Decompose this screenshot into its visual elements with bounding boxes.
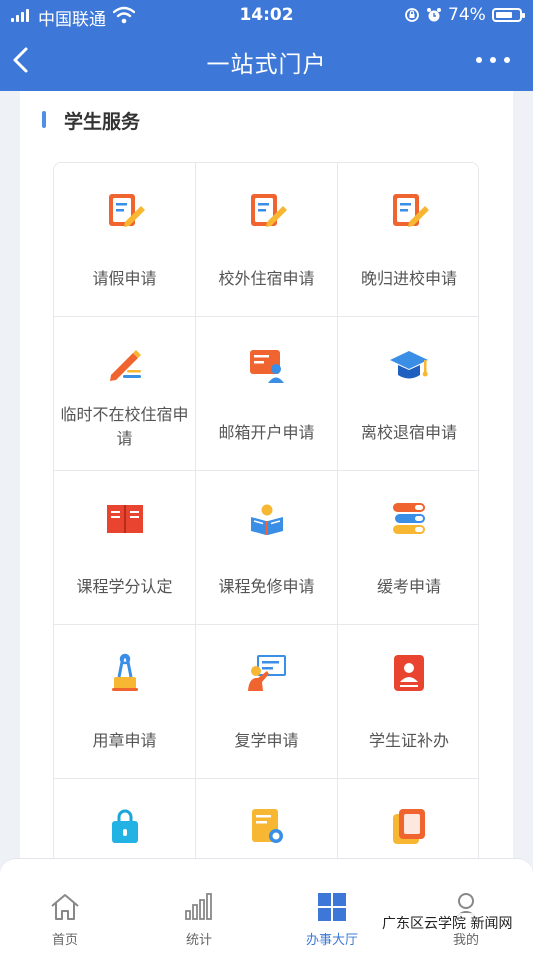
student-services-card: 学生服务 请假申请 校外住宿申请 晚归进校申请 临时不在校住宿申请 邮箱开户申请… [20,91,513,934]
chevron-left-icon[interactable] [8,44,34,76]
service-tile[interactable]: 临时不在校住宿申请 [54,317,196,471]
service-label: 邮箱开户申请 [218,423,315,442]
battery-icon [492,8,525,22]
stamp-clip-icon [111,653,138,691]
form-edit-icon [250,194,287,227]
tab-statistics[interactable]: 统计 [144,859,254,953]
section-accent-bar [42,111,46,128]
service-label: 离校退宿申请 [360,423,457,442]
bar-chart-icon [185,893,212,920]
book-icon [106,505,143,533]
navigation-header: 一站式门户 [0,30,533,91]
tab-label: 首页 [51,933,78,948]
service-tile[interactable]: 复学申请 [196,625,338,779]
copy-icon [393,809,425,844]
alarm-icon [427,8,441,22]
service-label: 校外住宿申请 [218,269,315,288]
status-bar: 中国联通 14:02 74% [0,0,533,30]
service-tile[interactable]: 学生证补办 [338,625,478,779]
form-edit-icon [108,194,145,227]
service-label: 晚归进校申请 [360,269,457,288]
service-label: 课程免修申请 [218,577,315,596]
services-grid: 请假申请 校外住宿申请 晚归进校申请 临时不在校住宿申请 邮箱开户申请 离校退宿… [53,162,479,934]
bottom-tab-bar: 首页 统计 办事大厅 我的 [0,858,533,953]
battery-percentage: 74% [448,5,486,25]
page-title: 一站式门户 [206,52,327,78]
tab-label: 统计 [185,933,212,948]
teacher-board-icon [247,655,286,691]
more-dots-icon[interactable] [476,48,510,72]
battery-level [496,12,512,18]
tab-profile[interactable]: 我的 [411,859,521,953]
tab-home[interactable]: 首页 [10,859,120,953]
service-tile[interactable]: 邮箱开户申请 [196,317,338,471]
form-edit-icon [393,194,429,227]
service-tile[interactable]: 课程免修申请 [196,471,338,625]
grid-icon [318,893,346,921]
lock-bag-icon [111,809,138,843]
top-bar: 中国联通 14:02 74% 一站式门户 [0,0,533,91]
graduation-cap-icon [390,351,428,379]
service-tile[interactable]: 离校退宿申请 [338,317,478,471]
service-label: 缓考申请 [376,577,441,596]
document-search-icon [251,809,283,843]
reading-icon [250,504,283,535]
account-card-icon [249,350,284,383]
service-tile[interactable]: 用章申请 [54,625,196,779]
home-icon [51,894,79,920]
service-tile[interactable]: 校外住宿申请 [196,163,338,317]
section-title: 学生服务 [64,111,141,133]
service-label: 请假申请 [92,269,157,288]
service-label: 用章申请 [92,731,157,750]
tab-label: 办事大厅 [305,933,358,948]
orientation-lock-icon [405,8,419,22]
student-id-icon [394,655,424,691]
books-stack-icon [393,503,425,534]
watermark: 广东区云学院 新闻网 [380,913,515,933]
service-tile[interactable]: 缓考申请 [338,471,478,625]
service-label: 复学申请 [234,731,299,750]
service-tile[interactable]: 晚归进校申请 [338,163,478,317]
service-tile[interactable]: 请假申请 [54,163,196,317]
pencil-icon [109,350,141,381]
tab-service-hall[interactable]: 办事大厅 [277,859,387,953]
service-label: 学生证补办 [368,731,449,750]
service-label: 临时不在校住宿申请 [60,405,189,448]
service-tile[interactable]: 课程学分认定 [54,471,196,625]
service-label: 课程学分认定 [76,577,173,596]
